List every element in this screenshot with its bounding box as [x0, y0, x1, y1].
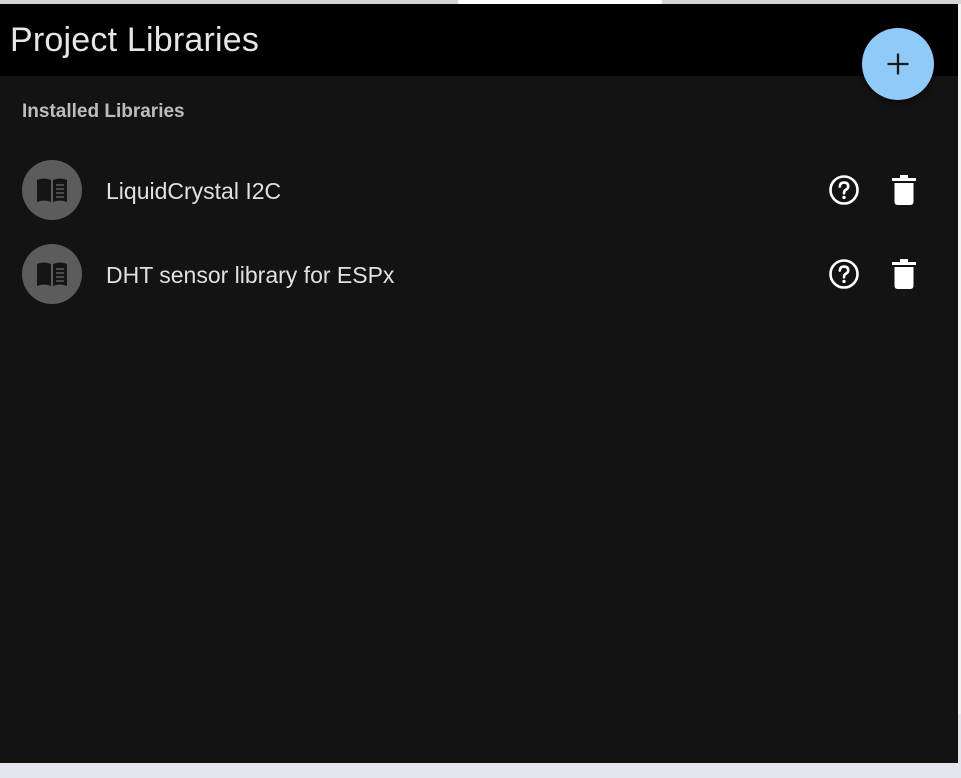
avatar — [22, 244, 82, 304]
library-delete-button[interactable] — [884, 170, 924, 210]
library-name: LiquidCrystal I2C — [106, 178, 282, 204]
page-title: Project Libraries — [10, 21, 260, 59]
list-item: DHT sensor library for ESPx — [0, 233, 958, 317]
avatar — [22, 160, 82, 220]
bottom-bar — [0, 763, 961, 778]
add-library-button[interactable] — [862, 28, 934, 100]
book-icon — [37, 262, 67, 286]
library-delete-button[interactable] — [884, 254, 924, 294]
plus-icon — [887, 53, 909, 75]
help-circle-icon — [829, 259, 859, 289]
project-libraries-panel: Project Libraries Installed Libraries Li… — [0, 4, 958, 763]
header-bar: Project Libraries — [0, 4, 958, 76]
library-name: DHT sensor library for ESPx — [106, 262, 395, 288]
app-frame: Project Libraries Installed Libraries Li… — [0, 0, 961, 778]
book-icon — [37, 178, 67, 202]
library-list: LiquidCrystal I2C DHT sensor library for… — [0, 149, 958, 317]
library-help-button[interactable] — [824, 254, 864, 294]
help-circle-icon — [829, 175, 859, 205]
trash-icon — [892, 175, 916, 205]
library-help-button[interactable] — [824, 170, 864, 210]
section-heading: Installed Libraries — [22, 101, 185, 122]
trash-icon — [892, 259, 916, 289]
list-item: LiquidCrystal I2C — [0, 149, 958, 233]
